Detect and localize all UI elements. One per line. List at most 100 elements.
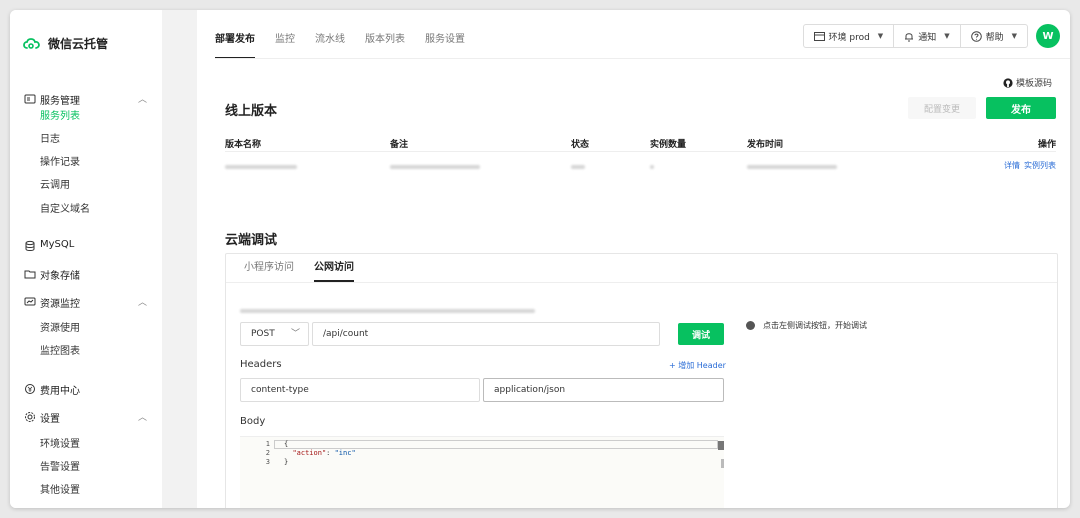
top-tabs: 部署发布 监控 流水线 版本列表 服务设置 [215,30,465,59]
blurred-remark [390,162,480,172]
topbar: 环境 prod ▼ 通知 ▼ 帮助 ▼ W [802,24,1060,48]
tab-deploy[interactable]: 部署发布 [215,30,255,59]
cloud-logo-icon [23,37,40,49]
subtab-miniprogram[interactable]: 小程序访问 [244,254,294,282]
detail-link[interactable]: 详情 [1004,160,1020,171]
sidebar-item-cloud-call[interactable]: 云调用 [40,178,70,194]
body-editor[interactable]: 1 2 3 { "action": "inc" } [240,436,724,508]
tab-pipeline[interactable]: 流水线 [315,30,345,59]
sidebar-item-operation-log[interactable]: 操作记录 [40,155,80,171]
cloud-debug-title: 云端调试 [225,233,278,248]
code-line: "action": "inc" [292,449,356,457]
caret-down-icon: ▼ [877,32,884,40]
nav-group-label: 资源监控 [40,299,80,310]
col-remark: 备注 [390,140,409,150]
code-line: } [284,458,289,466]
col-instances: 实例数量 [650,140,687,150]
sidebar-item-logs[interactable]: 日志 [40,132,60,148]
method-select[interactable]: POST ﹀ [240,322,309,346]
avatar[interactable]: W [1036,24,1060,48]
col-actions: 操作 [1037,140,1056,150]
sidebar-item-monitor-charts[interactable]: 监控图表 [40,344,80,360]
chevron-up-icon[interactable]: ︿ [138,410,147,423]
nav-group-monitor[interactable]: 资源监控 ︿ [10,292,162,312]
chevron-up-icon[interactable]: ︿ [138,92,147,105]
header-value-input[interactable]: application/json [483,378,724,402]
debug-button[interactable]: 调试 [678,323,724,345]
env-selector[interactable]: 环境 prod ▼ [804,25,895,47]
caret-down-icon: ▼ [1011,32,1017,40]
col-version-name: 版本名称 [225,140,262,150]
sidebar-item-other-settings[interactable]: 其他设置 [40,483,80,499]
main-content: 部署发布 监控 流水线 版本列表 服务设置 环境 prod ▼ 通知 ▼ 帮助 … [197,10,1070,508]
code-content: { "action": "inc" } [284,440,356,467]
status-dot-icon [746,321,755,330]
sidebar: 微信云托管 服务管理 ︿ 服务列表 日志 操作记录 云调用 自定义域名 MySQ… [10,10,162,508]
tab-service-settings[interactable]: 服务设置 [425,30,465,59]
method-value: POST [251,329,275,339]
nav-group-settings[interactable]: 设置 ︿ [10,407,162,427]
line-number: 2 [265,449,270,457]
chevron-up-icon[interactable]: ︿ [138,295,147,308]
nav-group-billing[interactable]: 费用中心 [10,379,162,399]
body-label: Body [240,416,266,427]
instance-list-link[interactable]: 实例列表 [1024,160,1056,171]
editor-scrollbar-marker [721,459,724,468]
template-source-link[interactable]: 模板源码 [1003,76,1052,89]
version-table: 版本名称 备注 状态 实例数量 发布时间 操作 详情 实例列表 [225,132,1056,178]
row-actions: 详情 实例列表 [1004,160,1056,171]
coin-icon [25,384,35,394]
env-label: 环境 prod [828,32,870,43]
path-input[interactable]: /api/count [312,322,660,346]
notify-label: 通知 [918,32,937,43]
nav-group-storage[interactable]: 对象存储 [10,264,162,284]
nav-group-label: 服务管理 [40,96,80,107]
add-header-button[interactable]: + 增加 Header [669,360,726,371]
sidebar-item-env-settings[interactable]: 环境设置 [40,437,80,453]
database-icon [25,240,35,251]
debug-subtabs: 小程序访问 公网访问 [244,254,354,282]
caret-down-icon: ▼ [944,32,950,40]
app-title: 微信云托管 [48,37,109,51]
subtab-public[interactable]: 公网访问 [314,254,354,282]
code-line: { [284,440,289,448]
blurred-publish-time [747,162,837,172]
tab-versions[interactable]: 版本列表 [365,30,405,59]
nav-group-service[interactable]: 服务管理 ︿ [10,89,162,109]
table-row: 详情 实例列表 [225,152,1056,178]
sidebar-item-custom-domain[interactable]: 自定义域名 [40,202,90,218]
col-status: 状态 [571,140,590,150]
sidebar-item-alert-settings[interactable]: 告警设置 [40,460,80,476]
sidebar-item-resource-usage[interactable]: 资源使用 [40,321,80,337]
publish-button[interactable]: 发布 [986,97,1056,119]
blurred-url [240,306,535,313]
sidebar-item-service-list[interactable]: 服务列表 [40,109,80,125]
nav-group-label: MySQL [40,239,75,250]
config-change-button[interactable]: 配置变更 [908,97,976,119]
line-number: 3 [265,458,270,466]
editor-scrollbar-thumb[interactable] [718,441,724,450]
gear-icon [25,412,35,422]
nav-group-mysql[interactable]: MySQL [10,236,162,256]
calendar-icon [813,32,825,41]
logo[interactable]: 微信云托管 [22,35,108,52]
subtabs-divider [226,282,1057,283]
blurred-status [571,162,585,172]
tabs-divider [215,58,1070,59]
notify-button[interactable]: 通知 ▼ [894,25,961,47]
col-publish-time: 发布时间 [747,140,784,150]
line-numbers: 1 2 3 [240,440,270,467]
topbar-buttons: 环境 prod ▼ 通知 ▼ 帮助 ▼ [802,24,1028,48]
online-version-title: 线上版本 [225,104,278,119]
help-button[interactable]: 帮助 ▼ [961,25,1027,47]
template-source-label: 模板源码 [1015,79,1052,89]
folder-icon [24,270,36,279]
blurred-instances [650,162,654,172]
tab-monitor[interactable]: 监控 [275,30,295,59]
content-gutter [162,10,197,508]
help-icon [970,30,982,42]
chevron-down-icon: ﹀ [290,329,300,339]
header-key-input[interactable]: content-type [240,378,480,402]
nav-group-label: 对象存储 [40,271,80,282]
headers-label: Headers [240,359,282,370]
